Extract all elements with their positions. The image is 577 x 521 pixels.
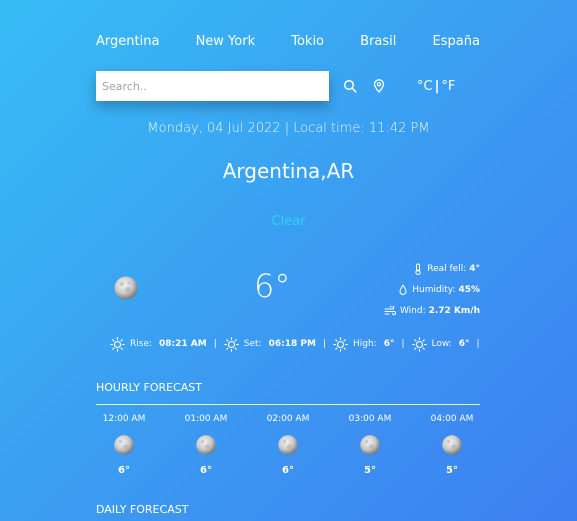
low-value: 6° <box>458 339 470 349</box>
unit-separator: | <box>434 78 440 94</box>
daily-forecast-title: DAILY FORECAST <box>96 503 189 516</box>
hourly-item: 01:00 AM 6° <box>165 412 247 476</box>
hour-temp: 5° <box>446 465 458 476</box>
sun-icon <box>223 336 239 352</box>
hour-time: 04:00 AM <box>430 414 474 424</box>
wind-row: Wind: 2.72 Km/h <box>380 300 480 321</box>
city-nav: Argentina New York Tokio Brasil España <box>96 34 480 49</box>
real-feel-value: 4° <box>469 263 480 274</box>
sunset-item: Set: 06:18 PM <box>223 336 316 352</box>
search-input[interactable] <box>96 71 329 101</box>
city-button-espana[interactable]: España <box>433 34 480 49</box>
city-button-brasil[interactable]: Brasil <box>360 34 396 49</box>
sun-icon <box>110 336 125 352</box>
celsius-button[interactable]: °C <box>417 79 433 94</box>
hour-temp: 6° <box>282 465 294 476</box>
high-label: High: <box>352 339 377 349</box>
fahrenheit-button[interactable]: °F <box>441 79 455 94</box>
real-feel-label: Real fell: <box>427 263 467 274</box>
separator: | <box>213 339 217 349</box>
high-temp-item: High: 6° <box>333 336 395 352</box>
hourly-forecast-title: HOURLY FORECAST <box>96 381 202 394</box>
current-temperature: 6° <box>254 267 291 305</box>
thermometer-icon <box>415 263 421 275</box>
humidity-label: Humidity: <box>412 284 456 295</box>
low-label: Low: <box>431 339 452 349</box>
wind-icon <box>384 305 396 315</box>
hourly-item: 04:00 AM 5° <box>411 412 493 476</box>
moon-icon <box>278 435 298 455</box>
hour-temp: 6° <box>200 465 212 476</box>
hour-temp: 6° <box>118 465 130 476</box>
hourly-item: 03:00 AM 5° <box>329 412 411 476</box>
sun-icon <box>333 336 348 352</box>
location-title: Argentina,AR <box>222 159 355 183</box>
sunset-value: 06:18 PM <box>268 339 316 349</box>
city-button-tokio[interactable]: Tokio <box>291 34 324 49</box>
wind-value: 2.72 Km/h <box>428 305 480 316</box>
date-time: Monday, 04 Jul 2022 | Local time: 11:42 … <box>147 121 430 136</box>
hour-time: 01:00 AM <box>184 414 228 424</box>
hourly-item: 12:00 AM 6° <box>83 412 165 476</box>
sun-icon <box>411 336 427 352</box>
humidity-row: Humidity: 45% <box>380 279 480 300</box>
separator: | <box>476 339 480 349</box>
search-icon[interactable] <box>342 78 358 94</box>
hour-time: 03:00 AM <box>348 414 392 424</box>
search-row: °C|°F <box>96 71 480 101</box>
wind-label: Wind: <box>399 305 426 316</box>
moon-icon <box>114 276 138 300</box>
humidity-value: 45% <box>458 284 480 295</box>
moon-icon <box>360 435 380 455</box>
sunrise-label: Rise: <box>130 339 153 349</box>
current-weather: 6° Real fell: 4° Humidity: 45% Wind: 2.7… <box>96 258 480 318</box>
separator: | <box>401 339 405 349</box>
sunset-label: Set: <box>243 339 262 349</box>
hourly-item: 02:00 AM 6° <box>247 412 329 476</box>
moon-icon <box>442 435 462 455</box>
high-value: 6° <box>383 339 395 349</box>
sunrise-item: Rise: 08:21 AM <box>110 336 207 352</box>
moon-icon <box>114 435 134 455</box>
sun-info-row: Rise: 08:21 AM | Set: 06:18 PM | High: 6… <box>110 336 487 352</box>
moon-icon <box>196 435 216 455</box>
hour-time: 02:00 AM <box>266 414 310 424</box>
weather-condition: Clear <box>271 214 306 229</box>
sunrise-value: 08:21 AM <box>159 339 207 349</box>
real-feel-row: Real fell: 4° <box>380 258 480 279</box>
hourly-forecast: 12:00 AM 6° 01:00 AM 6° 02:00 AM 6° 03:0… <box>83 412 493 476</box>
city-button-argentina[interactable]: Argentina <box>96 34 159 49</box>
low-temp-item: Low: 6° <box>411 336 470 352</box>
separator: | <box>322 339 326 349</box>
unit-toggle: °C | °F <box>417 79 455 94</box>
hour-time: 12:00 AM <box>102 414 146 424</box>
divider <box>96 404 480 405</box>
city-button-new-york[interactable]: New York <box>196 34 256 49</box>
location-pin-icon[interactable] <box>371 78 387 94</box>
droplet-icon <box>399 283 407 295</box>
hour-temp: 5° <box>364 465 376 476</box>
weather-details: Real fell: 4° Humidity: 45% Wind: 2.72 K… <box>380 258 480 321</box>
